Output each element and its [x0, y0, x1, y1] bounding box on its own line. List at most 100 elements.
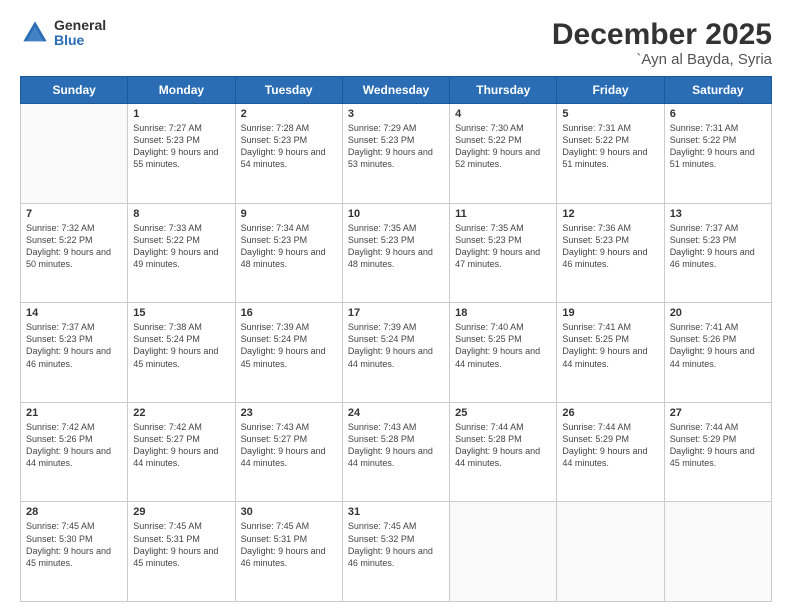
header: General Blue December 2025 `Ayn al Bayda…: [20, 18, 772, 68]
logo-general: General: [54, 18, 106, 33]
day-number: 4: [455, 108, 551, 120]
cell-info: Sunrise: 7:45 AMSunset: 5:32 PMDaylight:…: [348, 520, 444, 569]
calendar-cell: 26 Sunrise: 7:44 AMSunset: 5:29 PMDaylig…: [557, 402, 664, 502]
cell-info: Sunrise: 7:33 AMSunset: 5:22 PMDaylight:…: [133, 222, 229, 271]
day-number: 21: [26, 407, 122, 419]
cell-info: Sunrise: 7:40 AMSunset: 5:25 PMDaylight:…: [455, 321, 551, 370]
calendar-cell: 23 Sunrise: 7:43 AMSunset: 5:27 PMDaylig…: [235, 402, 342, 502]
cell-info: Sunrise: 7:44 AMSunset: 5:29 PMDaylight:…: [562, 421, 658, 470]
cell-info: Sunrise: 7:44 AMSunset: 5:29 PMDaylight:…: [670, 421, 766, 470]
cell-info: Sunrise: 7:34 AMSunset: 5:23 PMDaylight:…: [241, 222, 337, 271]
day-number: 9: [241, 208, 337, 220]
calendar-cell: 2 Sunrise: 7:28 AMSunset: 5:23 PMDayligh…: [235, 104, 342, 204]
weekday-wednesday: Wednesday: [342, 77, 449, 104]
day-number: 13: [670, 208, 766, 220]
cell-info: Sunrise: 7:41 AMSunset: 5:25 PMDaylight:…: [562, 321, 658, 370]
day-number: 12: [562, 208, 658, 220]
title-block: December 2025 `Ayn al Bayda, Syria: [552, 18, 772, 68]
day-number: 2: [241, 108, 337, 120]
day-number: 29: [133, 506, 229, 518]
calendar-cell: 15 Sunrise: 7:38 AMSunset: 5:24 PMDaylig…: [128, 303, 235, 403]
cell-info: Sunrise: 7:37 AMSunset: 5:23 PMDaylight:…: [26, 321, 122, 370]
calendar-cell: 1 Sunrise: 7:27 AMSunset: 5:23 PMDayligh…: [128, 104, 235, 204]
logo: General Blue: [20, 18, 106, 49]
week-row-3: 14 Sunrise: 7:37 AMSunset: 5:23 PMDaylig…: [21, 303, 772, 403]
month-title: December 2025: [552, 18, 772, 51]
calendar-cell: 11 Sunrise: 7:35 AMSunset: 5:23 PMDaylig…: [450, 203, 557, 303]
cell-info: Sunrise: 7:39 AMSunset: 5:24 PMDaylight:…: [348, 321, 444, 370]
day-number: 1: [133, 108, 229, 120]
cell-info: Sunrise: 7:32 AMSunset: 5:22 PMDaylight:…: [26, 222, 122, 271]
cell-info: Sunrise: 7:43 AMSunset: 5:27 PMDaylight:…: [241, 421, 337, 470]
cell-info: Sunrise: 7:41 AMSunset: 5:26 PMDaylight:…: [670, 321, 766, 370]
week-row-5: 28 Sunrise: 7:45 AMSunset: 5:30 PMDaylig…: [21, 502, 772, 602]
calendar-cell: 30 Sunrise: 7:45 AMSunset: 5:31 PMDaylig…: [235, 502, 342, 602]
day-number: 3: [348, 108, 444, 120]
calendar-cell: 17 Sunrise: 7:39 AMSunset: 5:24 PMDaylig…: [342, 303, 449, 403]
calendar-cell: 29 Sunrise: 7:45 AMSunset: 5:31 PMDaylig…: [128, 502, 235, 602]
calendar-cell: 21 Sunrise: 7:42 AMSunset: 5:26 PMDaylig…: [21, 402, 128, 502]
calendar-cell: 22 Sunrise: 7:42 AMSunset: 5:27 PMDaylig…: [128, 402, 235, 502]
day-number: 28: [26, 506, 122, 518]
calendar-cell: 25 Sunrise: 7:44 AMSunset: 5:28 PMDaylig…: [450, 402, 557, 502]
calendar-cell: 7 Sunrise: 7:32 AMSunset: 5:22 PMDayligh…: [21, 203, 128, 303]
cell-info: Sunrise: 7:30 AMSunset: 5:22 PMDaylight:…: [455, 122, 551, 171]
cell-info: Sunrise: 7:35 AMSunset: 5:23 PMDaylight:…: [348, 222, 444, 271]
day-number: 24: [348, 407, 444, 419]
calendar-cell: 31 Sunrise: 7:45 AMSunset: 5:32 PMDaylig…: [342, 502, 449, 602]
weekday-header-row: SundayMondayTuesdayWednesdayThursdayFrid…: [21, 77, 772, 104]
cell-info: Sunrise: 7:42 AMSunset: 5:27 PMDaylight:…: [133, 421, 229, 470]
calendar-cell: 16 Sunrise: 7:39 AMSunset: 5:24 PMDaylig…: [235, 303, 342, 403]
day-number: 20: [670, 307, 766, 319]
calendar-cell: 4 Sunrise: 7:30 AMSunset: 5:22 PMDayligh…: [450, 104, 557, 204]
cell-info: Sunrise: 7:44 AMSunset: 5:28 PMDaylight:…: [455, 421, 551, 470]
location: `Ayn al Bayda, Syria: [552, 51, 772, 68]
logo-text: General Blue: [54, 18, 106, 49]
week-row-4: 21 Sunrise: 7:42 AMSunset: 5:26 PMDaylig…: [21, 402, 772, 502]
day-number: 26: [562, 407, 658, 419]
calendar-cell: [21, 104, 128, 204]
day-number: 18: [455, 307, 551, 319]
day-number: 8: [133, 208, 229, 220]
day-number: 19: [562, 307, 658, 319]
calendar-cell: 10 Sunrise: 7:35 AMSunset: 5:23 PMDaylig…: [342, 203, 449, 303]
weekday-monday: Monday: [128, 77, 235, 104]
page: General Blue December 2025 `Ayn al Bayda…: [0, 0, 792, 612]
day-number: 25: [455, 407, 551, 419]
calendar-cell: 9 Sunrise: 7:34 AMSunset: 5:23 PMDayligh…: [235, 203, 342, 303]
day-number: 6: [670, 108, 766, 120]
day-number: 16: [241, 307, 337, 319]
day-number: 10: [348, 208, 444, 220]
day-number: 30: [241, 506, 337, 518]
day-number: 7: [26, 208, 122, 220]
cell-info: Sunrise: 7:36 AMSunset: 5:23 PMDaylight:…: [562, 222, 658, 271]
calendar-cell: 19 Sunrise: 7:41 AMSunset: 5:25 PMDaylig…: [557, 303, 664, 403]
calendar-cell: [450, 502, 557, 602]
week-row-2: 7 Sunrise: 7:32 AMSunset: 5:22 PMDayligh…: [21, 203, 772, 303]
cell-info: Sunrise: 7:43 AMSunset: 5:28 PMDaylight:…: [348, 421, 444, 470]
week-row-1: 1 Sunrise: 7:27 AMSunset: 5:23 PMDayligh…: [21, 104, 772, 204]
weekday-friday: Friday: [557, 77, 664, 104]
cell-info: Sunrise: 7:37 AMSunset: 5:23 PMDaylight:…: [670, 222, 766, 271]
cell-info: Sunrise: 7:39 AMSunset: 5:24 PMDaylight:…: [241, 321, 337, 370]
calendar-cell: 28 Sunrise: 7:45 AMSunset: 5:30 PMDaylig…: [21, 502, 128, 602]
day-number: 5: [562, 108, 658, 120]
day-number: 23: [241, 407, 337, 419]
calendar-table: SundayMondayTuesdayWednesdayThursdayFrid…: [20, 76, 772, 602]
cell-info: Sunrise: 7:38 AMSunset: 5:24 PMDaylight:…: [133, 321, 229, 370]
calendar-cell: 14 Sunrise: 7:37 AMSunset: 5:23 PMDaylig…: [21, 303, 128, 403]
calendar-cell: 27 Sunrise: 7:44 AMSunset: 5:29 PMDaylig…: [664, 402, 771, 502]
logo-blue: Blue: [54, 33, 106, 48]
calendar-cell: 18 Sunrise: 7:40 AMSunset: 5:25 PMDaylig…: [450, 303, 557, 403]
day-number: 31: [348, 506, 444, 518]
cell-info: Sunrise: 7:31 AMSunset: 5:22 PMDaylight:…: [670, 122, 766, 171]
calendar-cell: [557, 502, 664, 602]
cell-info: Sunrise: 7:45 AMSunset: 5:31 PMDaylight:…: [241, 520, 337, 569]
cell-info: Sunrise: 7:42 AMSunset: 5:26 PMDaylight:…: [26, 421, 122, 470]
cell-info: Sunrise: 7:31 AMSunset: 5:22 PMDaylight:…: [562, 122, 658, 171]
calendar-cell: 3 Sunrise: 7:29 AMSunset: 5:23 PMDayligh…: [342, 104, 449, 204]
calendar-cell: 5 Sunrise: 7:31 AMSunset: 5:22 PMDayligh…: [557, 104, 664, 204]
calendar-cell: 13 Sunrise: 7:37 AMSunset: 5:23 PMDaylig…: [664, 203, 771, 303]
day-number: 27: [670, 407, 766, 419]
day-number: 22: [133, 407, 229, 419]
